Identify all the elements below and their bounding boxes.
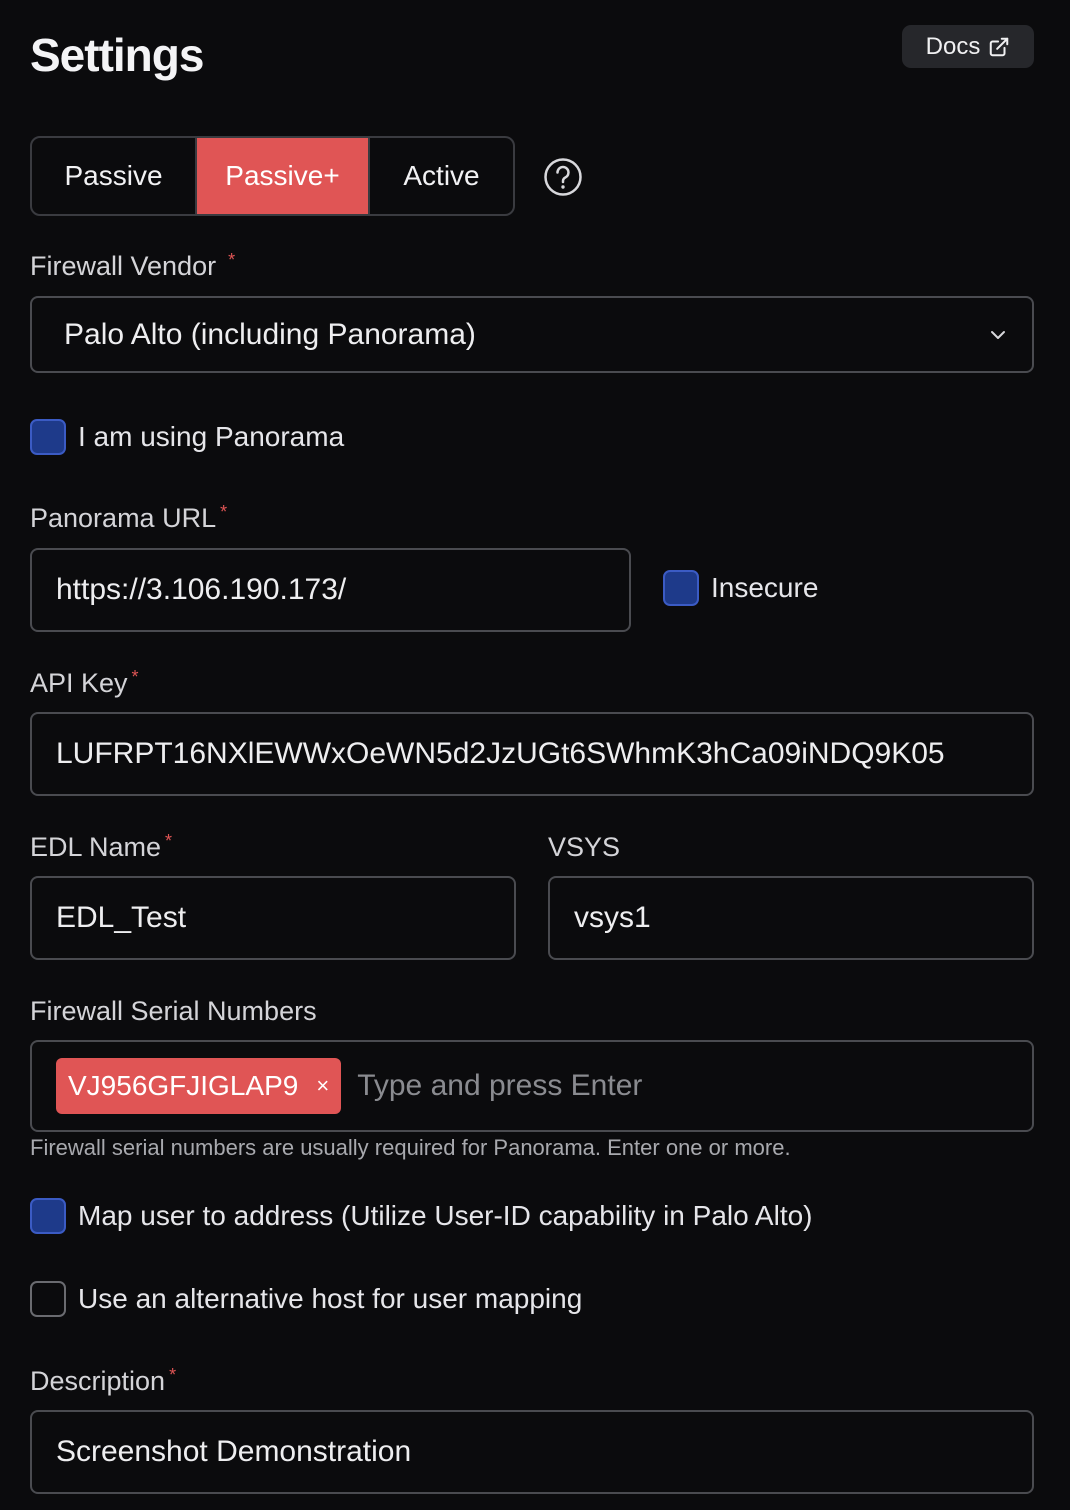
required-mark: * (169, 1365, 177, 1385)
question-circle-icon[interactable] (543, 157, 583, 197)
mode-selector: Passive Passive+ Active (30, 136, 515, 216)
required-mark: * (220, 502, 228, 522)
panorama-url-label: Panorama URL * (30, 503, 227, 534)
page-title: Settings (30, 29, 204, 81)
firewall-vendor-select[interactable]: Palo Alto (including Panorama) (30, 296, 1034, 373)
serial-number-input[interactable] (357, 1069, 1008, 1103)
vsys-label: VSYS (548, 832, 620, 863)
vsys-field[interactable] (548, 876, 1034, 960)
required-mark: * (228, 250, 236, 270)
panorama-url-label-text: Panorama URL (30, 503, 217, 533)
docs-label: Docs (925, 32, 981, 60)
edl-name-input[interactable] (56, 901, 490, 935)
api-key-input[interactable] (56, 737, 1008, 771)
mode-passive-plus-button[interactable]: Passive+ (195, 138, 368, 214)
serial-tag: VJ956GFJIGLAP9 × (56, 1058, 342, 1114)
panorama-url-field[interactable] (30, 548, 631, 632)
description-field[interactable] (30, 1410, 1034, 1494)
api-key-label-text: API Key (30, 668, 128, 698)
mode-active-button[interactable]: Active (368, 138, 513, 214)
insecure-checkbox[interactable] (663, 570, 699, 606)
use-panorama-checkbox[interactable] (30, 419, 66, 455)
serial-numbers-label: Firewall Serial Numbers (30, 996, 317, 1027)
chevron-down-icon (991, 330, 1005, 339)
docs-button[interactable]: Docs (902, 25, 1034, 68)
vsys-input[interactable] (574, 901, 1008, 935)
panorama-url-input[interactable] (56, 573, 605, 607)
required-mark: * (165, 831, 173, 851)
mode-passive-button[interactable]: Passive (32, 138, 195, 214)
firewall-vendor-value: Palo Alto (including Panorama) (64, 317, 476, 351)
external-link-icon (990, 37, 1009, 56)
description-label: Description * (30, 1366, 176, 1397)
serial-tag-text: VJ956GFJIGLAP9 (68, 1070, 299, 1101)
edl-name-label-text: EDL Name (30, 832, 162, 862)
edl-name-field[interactable] (30, 876, 516, 960)
insecure-label: Insecure (711, 572, 819, 603)
firewall-vendor-label: Firewall Vendor * (30, 251, 235, 282)
map-user-checkbox[interactable] (30, 1198, 66, 1234)
alt-host-checkbox[interactable] (30, 1281, 66, 1317)
serial-numbers-hint: Firewall serial numbers are usually requ… (30, 1135, 791, 1160)
description-label-text: Description (30, 1366, 166, 1396)
edl-name-label: EDL Name * (30, 832, 172, 863)
vsys-label-text: VSYS (548, 832, 621, 862)
use-panorama-label: I am using Panorama (78, 421, 345, 452)
api-key-label: API Key * (30, 668, 139, 699)
api-key-field[interactable] (30, 712, 1034, 796)
serial-numbers-label-text: Firewall Serial Numbers (30, 996, 317, 1026)
map-user-label: Map user to address (Utilize User-ID cap… (78, 1200, 813, 1231)
serial-numbers-field[interactable]: VJ956GFJIGLAP9 × (30, 1040, 1034, 1132)
description-input[interactable] (56, 1435, 1008, 1469)
required-mark: * (131, 667, 139, 687)
alt-host-label: Use an alternative host for user mapping (78, 1283, 583, 1314)
firewall-vendor-label-text: Firewall Vendor (30, 251, 217, 281)
remove-tag-button[interactable]: × (316, 1073, 329, 1099)
